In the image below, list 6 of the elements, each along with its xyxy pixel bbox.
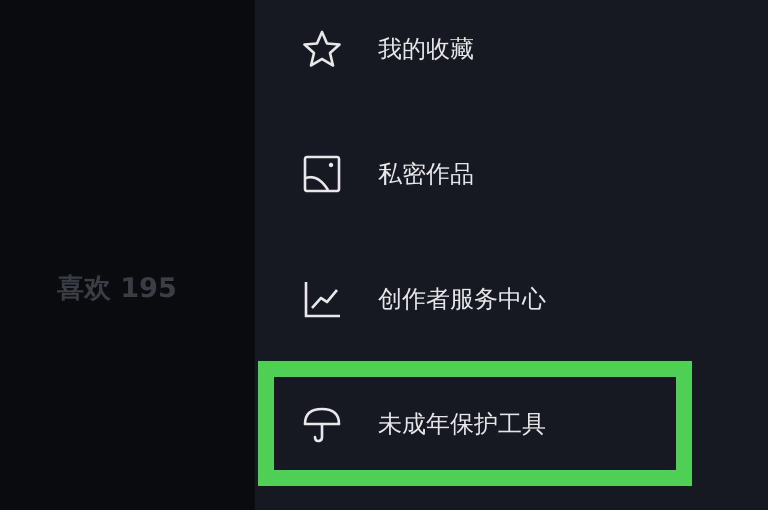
menu-item[interactable]: 我的收藏 xyxy=(258,0,692,111)
image-icon xyxy=(302,154,342,194)
menu-item[interactable]: 未成年保护工具 xyxy=(258,361,692,486)
star-icon xyxy=(302,28,342,68)
menu-item[interactable]: 创作者服务中心 xyxy=(258,236,692,361)
menu-item[interactable]: 私密作品 xyxy=(258,111,692,236)
